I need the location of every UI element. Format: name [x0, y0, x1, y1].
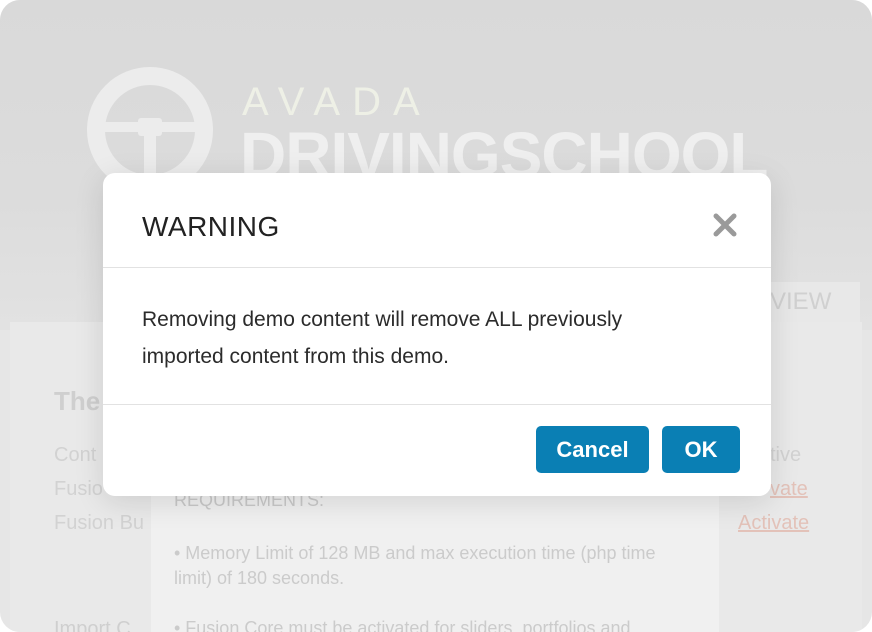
plugin-row-label: Fusion Bu — [54, 512, 145, 534]
plugin-row-label: Cont — [54, 444, 97, 466]
import-content-label: Import C — [54, 618, 131, 632]
requirement-item: • Fusion Core must be activated for slid… — [174, 618, 631, 632]
dialog-header: WARNING — [103, 173, 771, 268]
ok-button[interactable]: OK — [662, 426, 740, 473]
plugin-row-label: Fusio — [54, 478, 103, 500]
close-button[interactable] — [707, 207, 743, 243]
dialog-title: WARNING — [142, 211, 280, 242]
cancel-button[interactable]: Cancel — [536, 426, 649, 473]
activate-link[interactable]: vate — [770, 478, 808, 501]
close-icon — [713, 213, 737, 237]
dialog-footer: Cancel OK — [103, 404, 771, 497]
requirement-item: • Memory Limit of 128 MB and max executi… — [174, 543, 656, 588]
warning-dialog: WARNING Removing demo content will remov… — [103, 173, 771, 496]
activate-link[interactable]: Activate — [738, 512, 809, 535]
theme-panel-title: The — [54, 386, 101, 416]
dialog-message: Removing demo content will remove ALL pr… — [142, 308, 623, 368]
